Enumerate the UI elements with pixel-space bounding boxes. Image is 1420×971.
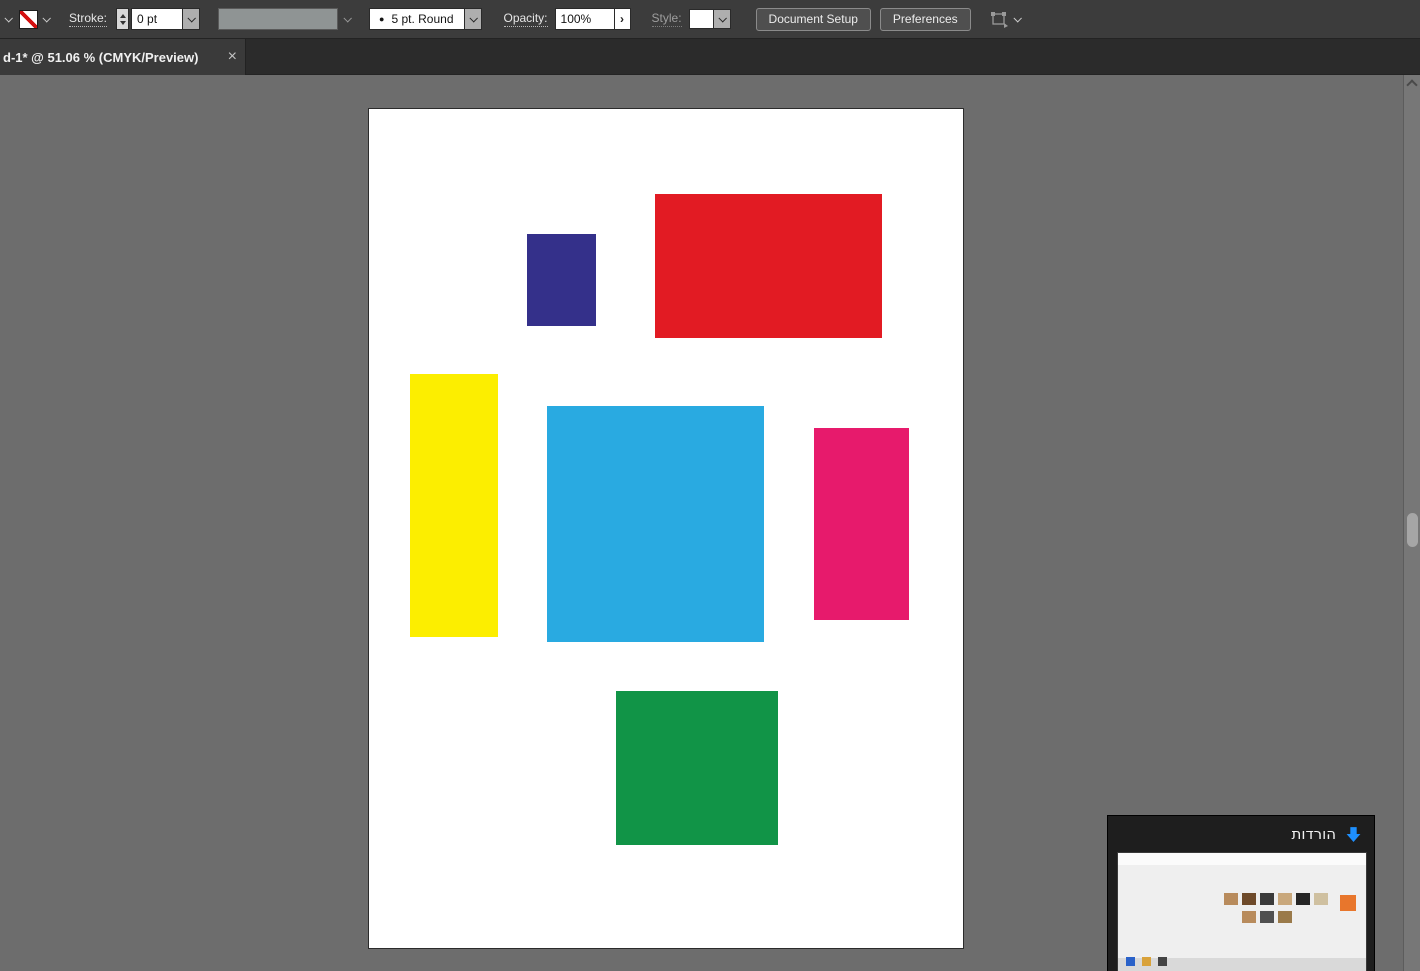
style-label: Style: — [651, 11, 682, 27]
rect-dark-blue[interactable] — [527, 234, 596, 326]
fill-chevron-icon[interactable] — [42, 14, 51, 23]
rect-red[interactable] — [655, 194, 882, 338]
control-bar: Stroke: ● 5 pt. Round Opacity: › Style: … — [0, 0, 1420, 39]
downloads-title: הורדות — [1291, 825, 1337, 843]
download-arrow-icon — [1346, 826, 1361, 842]
downloads-popup: הורדות — [1107, 815, 1375, 971]
downloads-popup-header: הורדות — [1108, 816, 1374, 852]
opacity-label[interactable]: Opacity: — [503, 11, 548, 27]
stroke-weight-dropdown[interactable] — [183, 8, 201, 30]
style-chevron-button[interactable] — [713, 9, 731, 29]
illustrator-window: Stroke: ● 5 pt. Round Opacity: › Style: … — [0, 0, 1420, 971]
fill-options-chevron-icon[interactable] — [4, 14, 13, 23]
fill-none-swatch[interactable] — [19, 9, 38, 29]
rect-pink[interactable] — [814, 428, 909, 620]
document-setup-button[interactable]: Document Setup — [755, 7, 871, 31]
rect-yellow[interactable] — [410, 374, 498, 637]
stroke-label[interactable]: Stroke: — [69, 11, 108, 27]
rect-green[interactable] — [616, 691, 778, 845]
tab-close-icon[interactable]: × — [228, 48, 237, 66]
vertical-scrollbar[interactable] — [1403, 75, 1420, 971]
stroke-weight-stepper[interactable] — [116, 8, 130, 30]
document-tab-bar: d-1* @ 51.06 % (CMYK/Preview) × — [0, 39, 1420, 75]
style-swatch[interactable] — [688, 9, 714, 29]
scroll-up-arrow-icon[interactable] — [1406, 79, 1418, 91]
transform-chevron-icon[interactable] — [1013, 14, 1022, 23]
rect-cyan[interactable] — [547, 406, 764, 642]
stepper-down-icon[interactable] — [119, 20, 126, 25]
canvas-area: הורדות — [0, 75, 1420, 971]
stroke-weight-input[interactable] — [131, 8, 184, 30]
brush-chevron-button[interactable] — [464, 8, 482, 30]
variable-width-profile-dropdown — [218, 8, 339, 30]
brush-dot-icon: ● — [379, 14, 385, 24]
artboard[interactable] — [368, 108, 964, 949]
scrollbar-thumb[interactable] — [1407, 513, 1418, 547]
downloads-thumbnail[interactable] — [1117, 852, 1367, 971]
document-tab[interactable]: d-1* @ 51.06 % (CMYK/Preview) × — [0, 39, 246, 75]
document-tab-title: d-1* @ 51.06 % (CMYK/Preview) — [3, 49, 199, 65]
brush-name-label: 5 pt. Round — [391, 12, 454, 26]
opacity-more-button[interactable]: › — [614, 8, 631, 30]
transform-icon — [990, 12, 1008, 28]
preferences-button[interactable]: Preferences — [879, 7, 971, 31]
stepper-up-icon[interactable] — [119, 13, 126, 18]
opacity-input[interactable] — [554, 8, 615, 30]
brush-definition-dropdown[interactable]: ● 5 pt. Round — [369, 8, 465, 30]
width-profile-chevron-icon — [343, 14, 352, 23]
